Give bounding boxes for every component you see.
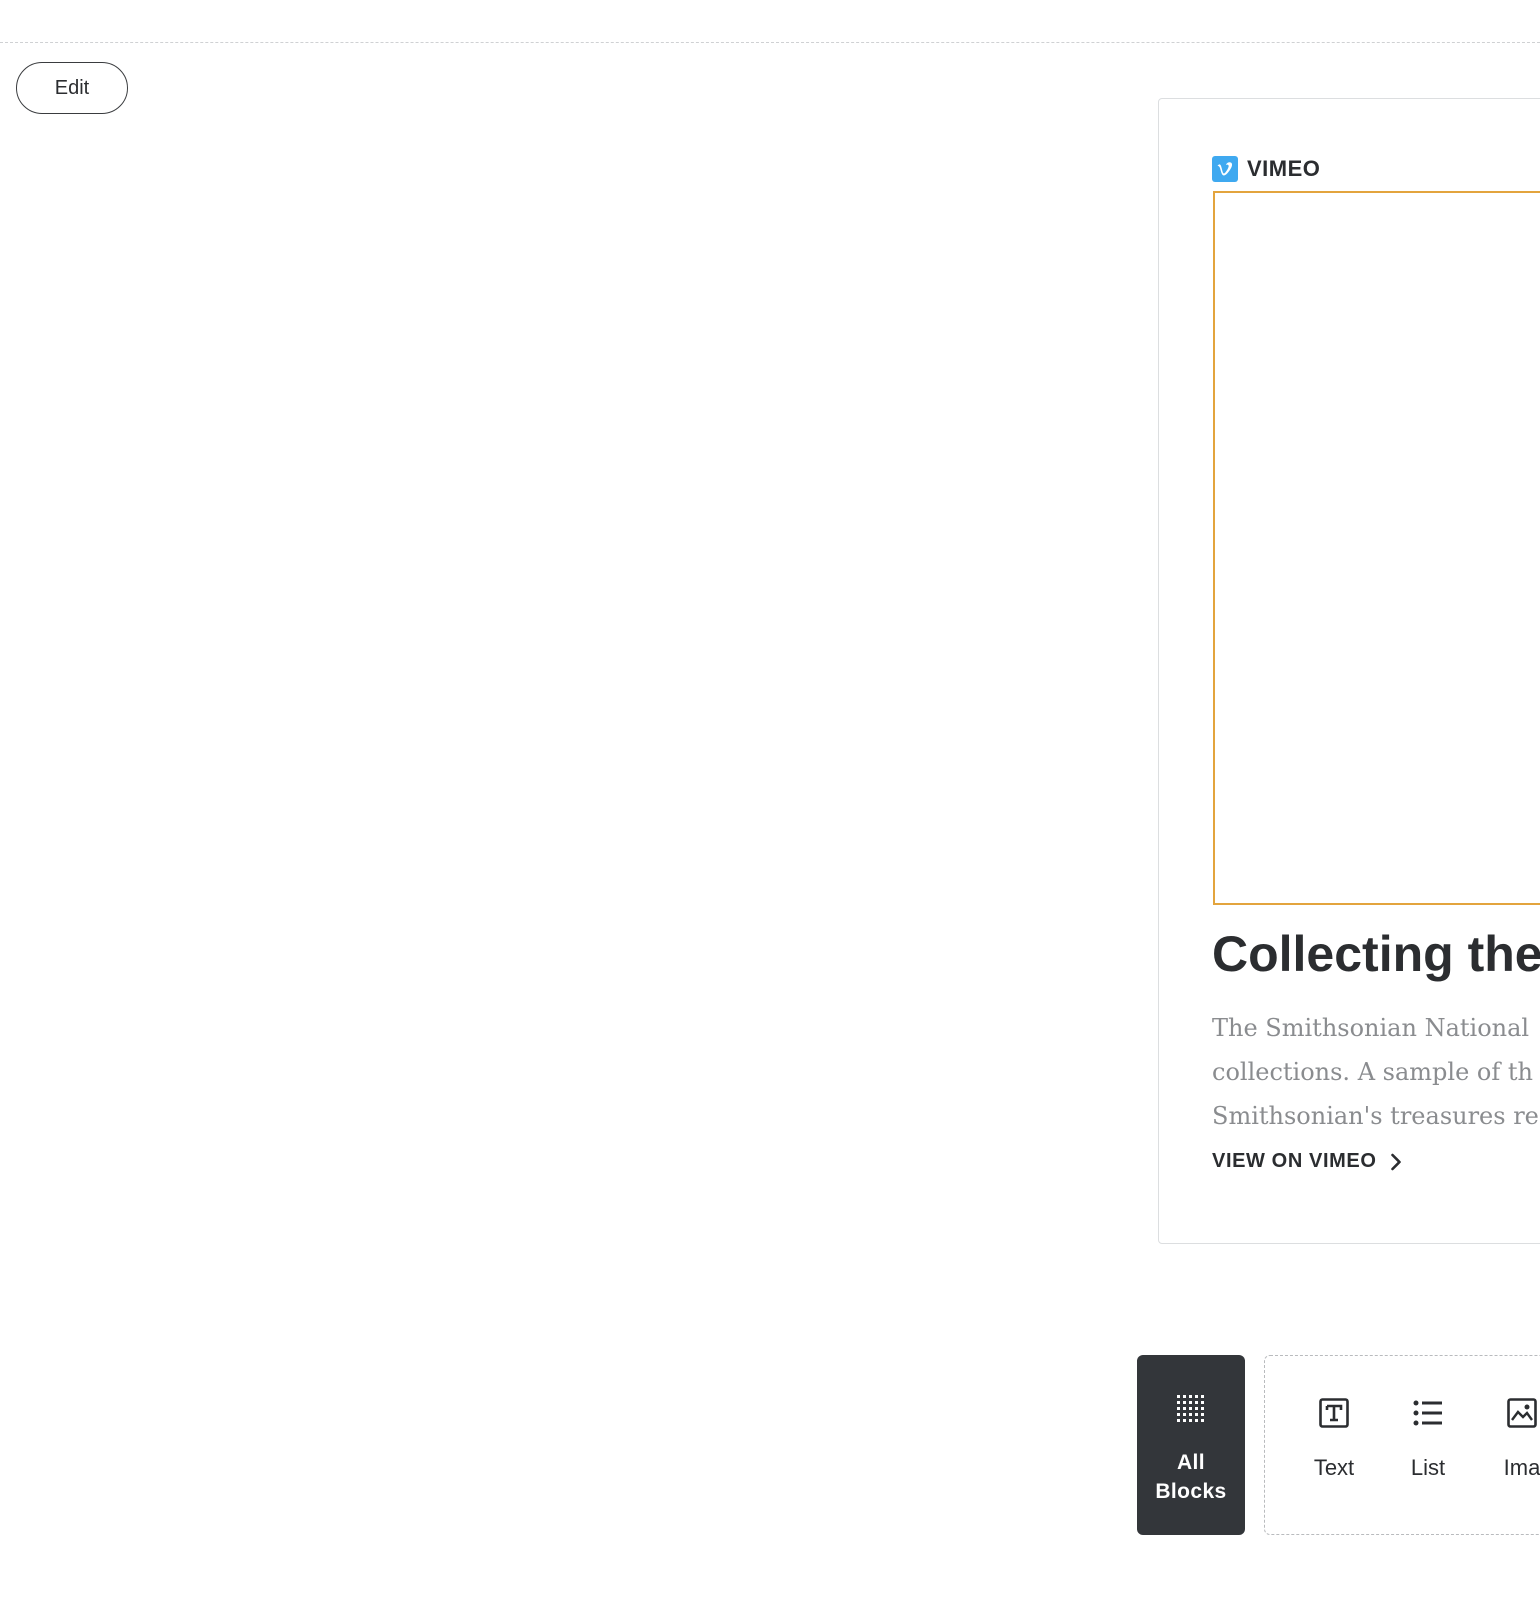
block-image-button[interactable]: Ima [1482,1395,1540,1481]
block-label: Text [1313,1455,1355,1480]
description-line: Smithsonian's treasures re [1212,1102,1539,1130]
list-icon [1413,1395,1443,1431]
block-text-button[interactable]: Text [1294,1395,1374,1481]
all-blocks-label: All Blocks [1155,1448,1226,1506]
video-player-frame[interactable] [1213,191,1540,905]
all-blocks-label-line1: All [1176,1451,1206,1474]
description-line: The Smithsonian National [1212,1014,1530,1042]
block-label: Ima [1503,1455,1540,1480]
provider-name: VIMEO [1247,156,1321,181]
view-on-vimeo-label: VIEW ON VIMEO [1212,1150,1377,1172]
top-divider [0,42,1540,43]
embed-description: The Smithsonian National collections. A … [1212,1006,1540,1138]
chevron-right-icon [1390,1153,1402,1171]
grid-icon [1177,1395,1205,1428]
edit-button[interactable]: Edit [16,62,128,114]
description-line: collections. A sample of th [1212,1058,1533,1086]
embed-provider: VIMEO [1212,155,1320,183]
image-icon [1507,1395,1537,1431]
block-list-button[interactable]: List [1388,1395,1468,1481]
vimeo-logo-icon [1212,156,1238,182]
text-icon [1319,1395,1349,1431]
block-label: List [1410,1455,1446,1480]
all-blocks-button[interactable]: All Blocks [1137,1355,1245,1535]
all-blocks-label-line2: Blocks [1155,1480,1227,1503]
view-on-vimeo-link[interactable]: VIEW ON VIMEO [1212,1150,1402,1173]
embed-title: Collecting the [1212,926,1540,982]
